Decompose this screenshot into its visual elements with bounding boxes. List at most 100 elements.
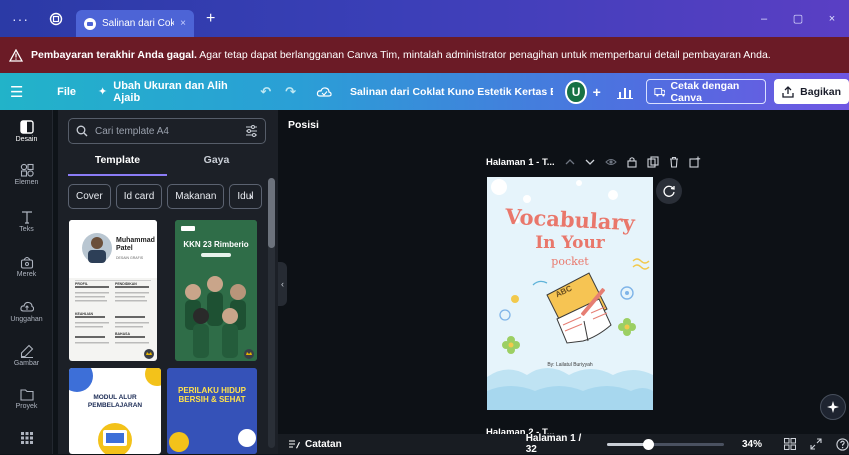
layout-icon — [19, 120, 34, 134]
chip-cover[interactable]: Cover — [68, 184, 111, 209]
share-label: Bagikan — [800, 85, 841, 98]
browser-tab-title: Salinan dari Coklat... — [102, 18, 175, 29]
position-label[interactable]: Posisi — [288, 119, 319, 131]
search-placeholder: Cari template A4 — [95, 125, 169, 137]
cv-section-profil: PROFIL — [75, 282, 88, 286]
modul-title: MODUL ALUR PEMBELAJARAN — [87, 394, 143, 409]
rail-label: Proyek — [15, 403, 38, 410]
chip-makanan[interactable]: Makanan — [167, 184, 225, 209]
hide-page-icon[interactable] — [604, 157, 617, 167]
payment-alert-banner: Pembayaran terakhir Anda gagal. Agar tet… — [0, 37, 849, 73]
cover-title-line2: In Your — [535, 233, 605, 253]
left-rail: Desain Elemen Teks Merek Unggahan Gambar… — [0, 110, 53, 454]
file-menu-button[interactable]: File — [57, 86, 76, 98]
page-1-canvas[interactable]: Vocabulary In Your pocket ABC By: Lailat… — [487, 177, 653, 410]
zoom-slider-knob[interactable] — [643, 438, 655, 450]
draw-icon — [20, 344, 33, 358]
template-thumb-phbs[interactable]: PERILAKU HIDUP BERSIH & SEHAT — [167, 368, 257, 454]
warning-icon — [9, 48, 23, 62]
filter-icon[interactable] — [245, 125, 258, 137]
cloud-save-icon[interactable] — [316, 86, 332, 98]
category-chips: Cover Id card Makanan Idul — [68, 184, 266, 210]
document-title[interactable]: Salinan dari Coklat Kuno Estetik Kertas … — [350, 86, 553, 98]
trash-icon[interactable] — [669, 156, 679, 168]
panel-tabs: Template Gaya — [68, 150, 266, 176]
text-icon — [21, 211, 32, 224]
rail-item-merek[interactable]: Merek — [0, 255, 53, 278]
chevron-down-icon[interactable] — [585, 158, 595, 166]
template-thumb-modul[interactable]: MODUL ALUR PEMBELAJARAN — [69, 368, 161, 454]
chevron-left-icon: ‹ — [281, 279, 284, 289]
share-icon — [782, 85, 794, 98]
chip-id-card[interactable]: Id card — [115, 184, 163, 209]
notes-button[interactable]: Catatan — [288, 439, 342, 450]
hamburger-menu-icon[interactable]: ☰ — [10, 83, 27, 101]
rail-label: Merek — [16, 271, 37, 278]
minimize-button[interactable]: – — [747, 13, 781, 25]
search-input[interactable]: Cari template A4 — [68, 118, 266, 144]
grid-view-icon[interactable] — [784, 438, 796, 450]
zoom-slider-fill — [607, 442, 649, 446]
template-thumb-kkn[interactable]: KKN 23 Rimberio — [175, 220, 257, 361]
regenerate-button[interactable] — [656, 178, 682, 204]
undo-icon[interactable]: ↶ — [260, 84, 271, 100]
sparkle-icon — [827, 401, 839, 413]
chip-idul[interactable]: Idul — [229, 184, 262, 209]
template-thumb-cv[interactable]: Muhammad Patel DESAIN GRAFIS PROFIL PEND… — [69, 220, 157, 361]
add-page-icon[interactable] — [689, 156, 701, 168]
folder-icon — [19, 389, 34, 401]
maximize-button[interactable]: ▢ — [781, 12, 815, 25]
page-1-header: Halaman 1 - T... — [486, 156, 701, 168]
rail-item-unggahan[interactable]: Unggahan — [0, 300, 53, 323]
browser-tab-active[interactable]: Salinan dari Coklat... × — [76, 10, 194, 37]
insights-chart-icon[interactable] — [616, 85, 636, 99]
share-button[interactable]: Bagikan — [774, 79, 849, 104]
resize-button[interactable]: ✦ Ubah Ukuran dan Alih Ajaib — [98, 80, 234, 104]
add-collaborator-button[interactable]: + — [593, 84, 601, 100]
refresh-icon — [663, 185, 675, 197]
apps-icon — [20, 432, 33, 444]
tab-close-icon[interactable]: × — [180, 18, 186, 29]
rail-item-elemen[interactable]: Elemen — [0, 163, 53, 186]
redo-icon[interactable]: ↷ — [285, 84, 296, 100]
new-tab-button[interactable]: + — [206, 10, 215, 28]
close-window-button[interactable]: × — [815, 13, 849, 25]
cover-author: By: Lailatul Buriyyah — [547, 362, 593, 368]
chips-next-icon[interactable]: › — [249, 191, 253, 203]
help-icon[interactable] — [836, 437, 849, 451]
status-bar: Catatan Halaman 1 / 32 34% — [278, 433, 849, 455]
print-with-canva-button[interactable]: Cetak dengan Canva — [645, 79, 767, 104]
magic-assistant-button[interactable] — [820, 394, 846, 420]
scrollbar-thumb[interactable] — [268, 178, 275, 248]
cover-title-line3: pocket — [551, 255, 589, 268]
page-counter[interactable]: Halaman 1 / 32 — [526, 433, 594, 455]
rail-item-gambar[interactable]: Gambar — [0, 344, 53, 367]
alert-text: Agar tetap dapat berlangganan Canva Tim,… — [199, 49, 771, 61]
avatar[interactable]: U — [565, 79, 587, 104]
panel-scrollbar[interactable] — [268, 178, 275, 448]
browser-menu-dots[interactable]: ··· — [12, 11, 34, 27]
template-panel: Cari template A4 Template Gaya Cover Id … — [58, 110, 278, 454]
upload-icon — [19, 301, 34, 312]
lock-icon[interactable] — [627, 156, 637, 168]
tab-gaya[interactable]: Gaya — [167, 150, 266, 176]
notes-icon — [289, 439, 300, 448]
rail-item-proyek[interactable]: Proyek — [0, 388, 53, 410]
rail-item-teks[interactable]: Teks — [0, 210, 53, 233]
browser-tab-bar: ··· Salinan dari Coklat... × + – ▢ × — [0, 0, 849, 37]
rail-item-apps[interactable] — [0, 432, 53, 444]
fullscreen-icon[interactable] — [810, 438, 822, 450]
workspaces-icon[interactable] — [46, 9, 66, 29]
chevron-up-icon[interactable] — [565, 158, 575, 166]
rail-item-desain[interactable]: Desain — [0, 120, 53, 143]
cv-subtitle: DESAIN GRAFIS — [116, 256, 144, 260]
tab-template[interactable]: Template — [68, 150, 167, 176]
zoom-slider[interactable] — [607, 438, 724, 450]
editor-toolbar: ☰ File ✦ Ubah Ukuran dan Alih Ajaib ↶ ↷ … — [0, 73, 849, 110]
rail-label: Teks — [19, 226, 34, 233]
duplicate-page-icon[interactable] — [647, 156, 659, 168]
collapse-panel-button[interactable]: ‹ — [278, 262, 287, 306]
kkn-title: KKN 23 Rimberio — [183, 240, 249, 249]
page-1-title[interactable]: Halaman 1 - T... — [486, 157, 555, 168]
zoom-level[interactable]: 34% — [742, 439, 762, 450]
